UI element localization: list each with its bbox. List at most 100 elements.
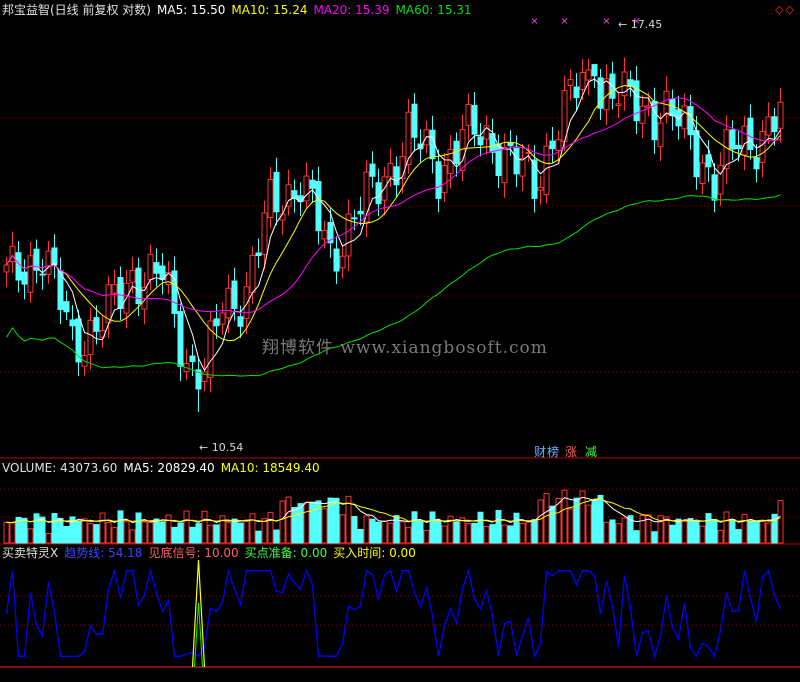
volume-bar-46: [279, 500, 286, 544]
volume-bar-105: [633, 530, 640, 544]
volume-bar-78: [471, 522, 478, 544]
candle-body-52: [315, 181, 322, 232]
volume-bar-24: [147, 521, 154, 544]
main-ma60-label: MA60: 15.31: [395, 3, 472, 17]
volume-ma10-label: MA10: 18549.40: [220, 461, 320, 475]
volume-bar-108: [651, 531, 658, 544]
candle-body-94: [567, 79, 574, 87]
volume-bar-112: [675, 518, 682, 544]
volume-bar-111: [669, 524, 676, 544]
badge-bang[interactable]: 榜: [546, 445, 560, 459]
candle-body-51: [309, 179, 316, 189]
volume-bar-49: [297, 503, 304, 544]
badge-cai[interactable]: 财: [533, 445, 547, 459]
volume-bar-8: [51, 512, 58, 544]
badge-zhang[interactable]: 涨: [564, 445, 578, 459]
volume-bar-18: [111, 527, 118, 544]
candle-body-8: [51, 247, 58, 266]
candle-body-85: [513, 146, 520, 175]
volume-bar-82: [495, 510, 502, 544]
candle-body-127: [765, 116, 772, 136]
volume-bar-60: [363, 515, 370, 544]
volume-bar-41: [249, 513, 256, 544]
volume-bar-72: [435, 520, 442, 544]
volume-bar-30: [183, 510, 190, 544]
volume-panel-header: VOLUME: 43073.60 MA5: 20829.40 MA10: 18549…: [2, 461, 326, 475]
top-marker-1: ×: [560, 16, 568, 27]
main-ma20-label: MA20: 15.39: [313, 3, 390, 17]
candle-body-125: [753, 157, 760, 170]
volume-bar-38: [231, 518, 238, 544]
candle-body-78: [471, 104, 478, 135]
volume-bar-91: [549, 505, 556, 544]
candle-body-31: [189, 355, 196, 363]
volume-bar-88: [531, 519, 538, 544]
candle-body-121: [729, 129, 736, 150]
candle-body-2: [15, 252, 22, 281]
volume-bar-113: [681, 520, 688, 544]
volume-bar-67: [405, 526, 412, 544]
candle-body-53: [321, 229, 328, 240]
candle-body-19: [117, 277, 124, 309]
volume-bar-3: [21, 517, 28, 544]
candle-body-38: [231, 280, 238, 309]
candle-body-128: [771, 116, 778, 133]
candle-body-12: [75, 318, 82, 363]
candle-body-106: [639, 105, 646, 124]
volume-bar-98: [591, 499, 598, 544]
candle-body-97: [585, 69, 592, 81]
volume-bar-25: [153, 518, 160, 544]
candle-body-89: [537, 186, 544, 191]
volume-bar-9: [57, 517, 64, 544]
volume-bar-13: [81, 518, 88, 544]
candle-body-111: [669, 98, 676, 117]
volume-bar-79: [477, 511, 484, 544]
candle-body-72: [435, 161, 442, 199]
volume-bar-102: [615, 523, 622, 544]
candle-body-102: [615, 103, 622, 106]
candle-body-115: [693, 130, 700, 178]
volume-bar-86: [519, 522, 526, 544]
buy-ready-label: 买点准备: 0.00: [244, 546, 328, 560]
volume-bar-119: [717, 529, 724, 544]
volume-bar-33: [201, 510, 208, 544]
stock-name: 邦宝益智(日线 前复权 对数): [2, 3, 151, 17]
volume-bar-120: [723, 511, 730, 544]
volume-bar-5: [33, 513, 40, 544]
candle-body-62: [375, 182, 382, 205]
volume-bar-118: [711, 518, 718, 544]
volume-bar-87: [525, 521, 532, 544]
candle-body-7: [45, 250, 52, 275]
volume-bar-39: [237, 522, 244, 544]
candle-body-124: [747, 117, 754, 151]
corner-marker[interactable]: ◇◇: [775, 3, 796, 16]
volume-bar-129: [777, 500, 784, 544]
volume-bar-28: [171, 526, 178, 544]
volume-bar-106: [639, 515, 646, 544]
low-price-value: 10.54: [211, 441, 244, 454]
candle-body-105: [633, 80, 640, 122]
trend-label: 趋势线: 54.18: [64, 546, 143, 560]
candle-body-58: [351, 217, 358, 220]
volume-bar-47: [285, 496, 292, 544]
trend-line: [5, 568, 782, 659]
volume-bar-16: [99, 512, 106, 544]
candle-body-73: [441, 165, 448, 193]
volume-bar-96: [579, 490, 586, 544]
candle-body-6: [39, 273, 46, 276]
main-ma10-label: MA10: 15.24: [231, 3, 308, 17]
volume-bar-100: [603, 521, 610, 544]
volume-bar-43: [261, 518, 268, 544]
volume-bar-94: [567, 508, 574, 544]
volume-bar-73: [441, 525, 448, 544]
candle-body-37: [225, 287, 232, 319]
candle-body-117: [705, 154, 712, 168]
watermark: 翔博软件 www.xiangbosoft.com: [262, 338, 548, 358]
volume-bar-116: [699, 525, 706, 544]
volume-bar-37: [225, 522, 232, 544]
candle-body-35: [213, 318, 220, 327]
badge-jian[interactable]: 减: [584, 445, 598, 459]
candle-body-39: [237, 316, 244, 327]
volume-bar-70: [423, 529, 430, 544]
volume-bar-85: [513, 512, 520, 544]
